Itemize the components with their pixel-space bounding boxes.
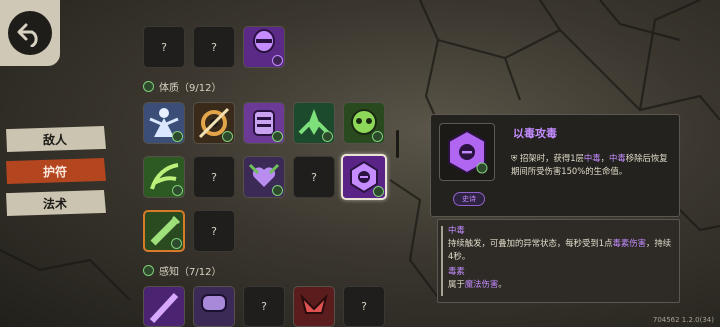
- section-perception: 感知（7/12）: [143, 263, 221, 278]
- charm-slot-locked[interactable]: ?: [293, 156, 335, 198]
- glossary-term-poison: 中毒: [448, 225, 465, 235]
- charm-slot-blue-spirit[interactable]: [143, 102, 185, 144]
- desc-prefix: 招架时，获得1层: [519, 153, 584, 163]
- term-toxin-damage[interactable]: 毒素伤害: [612, 238, 646, 248]
- shield-badge-icon: [172, 131, 183, 142]
- purple-helmet-charm-icon: [201, 293, 227, 312]
- unknown-mark: ?: [261, 300, 267, 313]
- charm-slot-green-claw[interactable]: [143, 156, 185, 198]
- charm-slot-purple-mask[interactable]: [243, 26, 285, 68]
- tab-label: 护符: [42, 164, 67, 179]
- charm-slot-locked[interactable]: ?: [343, 286, 385, 327]
- term-poison[interactable]: 中毒: [609, 153, 626, 163]
- purple-toxin-charm-icon: [448, 129, 488, 175]
- charm-slot-green-leaf[interactable]: [293, 102, 335, 144]
- back-arrow-icon: [8, 11, 52, 55]
- section-constitution: 体质（9/12）: [143, 79, 221, 94]
- charm-slot-purple-heart[interactable]: [243, 156, 285, 198]
- section-label: 体质（9/12）: [159, 83, 222, 94]
- charm-slot-locked[interactable]: ?: [243, 286, 285, 327]
- rarity-badge: 史诗: [453, 192, 485, 206]
- shield-badge-icon: [372, 131, 383, 142]
- tab-enemies[interactable]: 敌人: [6, 126, 106, 152]
- shield-badge-icon: [373, 186, 384, 197]
- charm-detail-panel: 以毒攻毒 ⛨ 招架时，获得1层中毒，中毒移除后恢复期间所受伤害150%的生命值。…: [430, 114, 680, 217]
- charm-slot-locked[interactable]: ?: [193, 156, 235, 198]
- tab-spells[interactable]: 法术: [6, 190, 106, 216]
- glossary-text: 。: [498, 279, 507, 289]
- unknown-mark: ?: [311, 170, 317, 184]
- glossary-panel: 中毒 持续触发，可叠加的异常状态，每秒受到1点毒素伤害，持续4秒。 毒素 属于魔…: [437, 219, 680, 303]
- tab-charms[interactable]: 护符: [6, 158, 106, 184]
- detail-description: ⛨ 招架时，获得1层中毒，中毒移除后恢复期间所受伤害150%的生命值。: [511, 152, 673, 178]
- charm-slot-purple-helmet[interactable]: [193, 286, 235, 327]
- unknown-mark: ?: [161, 40, 167, 54]
- tab-label: 敌人: [42, 132, 67, 147]
- unknown-mark: ?: [211, 40, 217, 54]
- tab-label: 法术: [42, 196, 67, 211]
- red-horn-charm-icon: [300, 293, 328, 314]
- charm-slot-toxin-selected[interactable]: [341, 154, 387, 200]
- charm-slot-purple-armor[interactable]: [243, 102, 285, 144]
- glossary-poison-desc: 持续触发，可叠加的异常状态，每秒受到1点毒素伤害，持续4秒。: [448, 237, 674, 263]
- unknown-mark: ?: [211, 170, 217, 184]
- purple-blade-charm-icon: [149, 292, 179, 323]
- charm-slot-red-horn[interactable]: [293, 286, 335, 327]
- shield-badge-icon: [222, 131, 233, 142]
- section-label: 感知（7/12）: [159, 267, 222, 278]
- glossary-divider: [441, 226, 443, 296]
- charm-slot-green-syringe[interactable]: [143, 210, 185, 252]
- unknown-mark: ?: [361, 300, 367, 313]
- shield-badge-icon: [272, 55, 283, 66]
- charm-slot-locked[interactable]: ?: [193, 210, 235, 252]
- unknown-mark: ?: [211, 224, 217, 238]
- shield-badge-icon: [272, 185, 283, 196]
- charm-slot-locked[interactable]: ?: [193, 26, 235, 68]
- shield-badge-icon: [171, 238, 182, 249]
- glossary-text: 属于: [448, 279, 465, 289]
- shield-badge-icon: [322, 131, 333, 142]
- shield-badge-icon: [172, 185, 183, 196]
- grid-scrollbar[interactable]: [396, 130, 399, 158]
- term-poison[interactable]: 中毒: [584, 153, 601, 163]
- version-label: 704562 1.2.0(34): [652, 316, 714, 324]
- shield-badge-icon: [272, 131, 283, 142]
- detail-title: 以毒攻毒: [513, 127, 557, 140]
- glossary-term-toxin: 毒素: [448, 266, 465, 276]
- term-magic-damage[interactable]: 魔法伤害: [465, 279, 499, 289]
- detail-charm-frame: [439, 123, 495, 181]
- charm-slot-green-skull[interactable]: [343, 102, 385, 144]
- charm-slot-purple-blade[interactable]: [143, 286, 185, 327]
- charm-slot-golden-gear[interactable]: [193, 102, 235, 144]
- desc-sep: ，: [600, 153, 610, 163]
- glossary-text: 持续触发，可叠加的异常状态，每秒受到1点: [448, 238, 613, 248]
- shield-icon: [143, 265, 154, 276]
- charm-slot-locked[interactable]: ?: [143, 26, 185, 68]
- back-button[interactable]: [0, 0, 60, 66]
- parry-icon: ⛨: [511, 153, 520, 163]
- shield-icon: [143, 81, 154, 92]
- glossary-toxin-desc: 属于魔法伤害。: [448, 278, 674, 291]
